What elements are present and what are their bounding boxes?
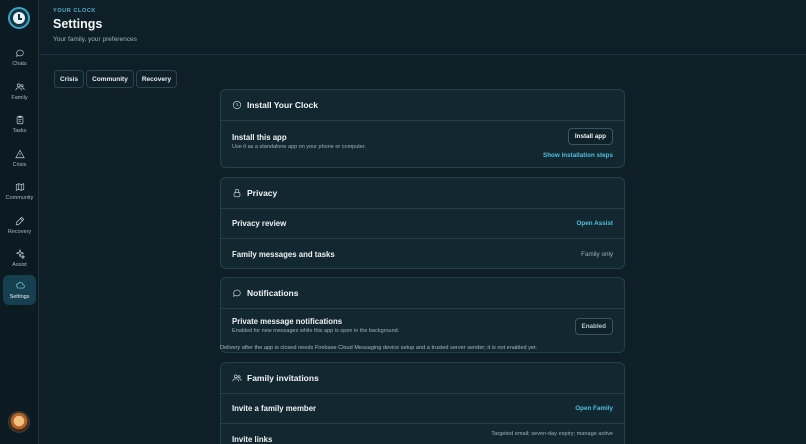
sidebar-item-label: Tasks <box>12 127 27 134</box>
family-icon <box>232 374 242 382</box>
family-messages-row: Family messages and tasks Family only <box>221 239 624 269</box>
invitations-card-title: Family invitations <box>247 373 319 383</box>
invite-links-title: Invite links <box>232 434 273 444</box>
notifications-card: Notifications Private message notificati… <box>220 277 625 353</box>
tab-recovery[interactable]: Recovery <box>135 70 178 88</box>
sparkle-icon <box>15 248 25 259</box>
map-icon <box>15 182 24 191</box>
sidebar-item-label: Community <box>5 194 34 201</box>
settings-icon <box>15 281 25 288</box>
page-title: Settings <box>53 17 103 31</box>
invite-links-row: Invite links Targeted email; seven-day e… <box>221 424 624 444</box>
sidebar: Chats Family Tasks Crisis Community Reco… <box>0 0 39 444</box>
notifications-note: Delivery after the app is closed needs F… <box>220 345 538 351</box>
app-logo[interactable] <box>8 7 30 29</box>
install-row-desc: Use it as a standalone app on your phone… <box>232 144 366 150</box>
sidebar-item-label: Settings <box>9 293 30 300</box>
tab-crisis[interactable]: Crisis <box>54 70 85 88</box>
private-notifications-desc: Enabled for new messages while this app … <box>232 328 400 334</box>
install-app-button[interactable]: Install app <box>567 128 613 145</box>
sidebar-item-label: Family <box>11 94 28 101</box>
page-eyebrow: YOUR CLOCK <box>53 8 96 14</box>
private-notifications-title: Private message notifications <box>232 317 343 326</box>
invite-links-desc: Targeted email; seven-day expiry; manage… <box>491 431 613 437</box>
page-subtitle: Your family, your preferences <box>53 36 137 43</box>
privacy-card-header: Privacy <box>221 178 624 209</box>
install-row: Install this app Use it as a standalone … <box>221 121 624 167</box>
private-notifications-row: Private message notifications Enabled fo… <box>221 309 624 335</box>
clock-icon <box>232 100 242 110</box>
page-header: YOUR CLOCK Settings Your family, your pr… <box>40 0 806 55</box>
notifications-status-badge[interactable]: Enabled <box>574 318 613 335</box>
privacy-review-row: Privacy review Open Assist <box>221 209 624 239</box>
invite-member-row: Invite a family member Open Family <box>221 394 624 424</box>
sidebar-item-tasks[interactable]: Tasks <box>3 109 36 139</box>
sidebar-item-crisis[interactable]: Crisis <box>3 143 36 173</box>
privacy-card: Privacy Privacy review Open Assist Famil… <box>220 177 625 269</box>
invite-member-title: Invite a family member <box>232 404 317 413</box>
notifications-card-header: Notifications <box>221 278 624 309</box>
avatar[interactable] <box>8 411 30 433</box>
show-installation-steps-link[interactable]: Show installation steps <box>543 152 613 159</box>
open-assist-link[interactable]: Open Assist <box>576 220 613 227</box>
lock-icon <box>233 189 241 198</box>
install-card-header: Install Your Clock <box>221 90 624 121</box>
privacy-card-title: Privacy <box>247 188 278 198</box>
family-messages-value: Family only <box>581 250 613 258</box>
invitations-card: Family invitations Invite a family membe… <box>220 362 625 444</box>
settings-tabs: Crisis Community Recovery <box>54 70 178 88</box>
chat-icon <box>15 49 24 57</box>
sidebar-item-assist[interactable]: Assist <box>3 243 36 273</box>
sidebar-item-recovery[interactable]: Recovery <box>3 210 36 240</box>
family-icon <box>15 83 24 90</box>
sidebar-item-label: Chats <box>12 60 27 67</box>
sidebar-item-chats[interactable]: Chats <box>3 42 36 72</box>
notifications-card-title: Notifications <box>247 288 299 298</box>
privacy-review-title: Privacy review <box>232 219 287 228</box>
install-card-title: Install Your Clock <box>247 100 319 110</box>
sidebar-item-label: Assist <box>12 261 27 268</box>
family-messages-title: Family messages and tasks <box>232 249 335 259</box>
clipboard-icon <box>16 115 23 124</box>
chat-icon <box>233 289 241 297</box>
tab-community[interactable]: Community <box>86 70 134 88</box>
sidebar-item-label: Recovery <box>7 228 32 235</box>
install-row-title: Install this app <box>232 133 287 142</box>
sidebar-item-settings[interactable]: Settings <box>3 275 36 305</box>
install-card: Install Your Clock Install this app Use … <box>220 89 625 168</box>
sidebar-item-label: Crisis <box>12 161 27 168</box>
open-family-link[interactable]: Open Family <box>575 405 613 412</box>
sidebar-item-family[interactable]: Family <box>3 76 36 106</box>
clock-icon <box>13 12 25 24</box>
pencil-icon <box>15 216 24 225</box>
invitations-card-header: Family invitations <box>221 363 624 394</box>
warning-icon <box>14 149 25 158</box>
sidebar-item-community[interactable]: Community <box>3 176 36 206</box>
